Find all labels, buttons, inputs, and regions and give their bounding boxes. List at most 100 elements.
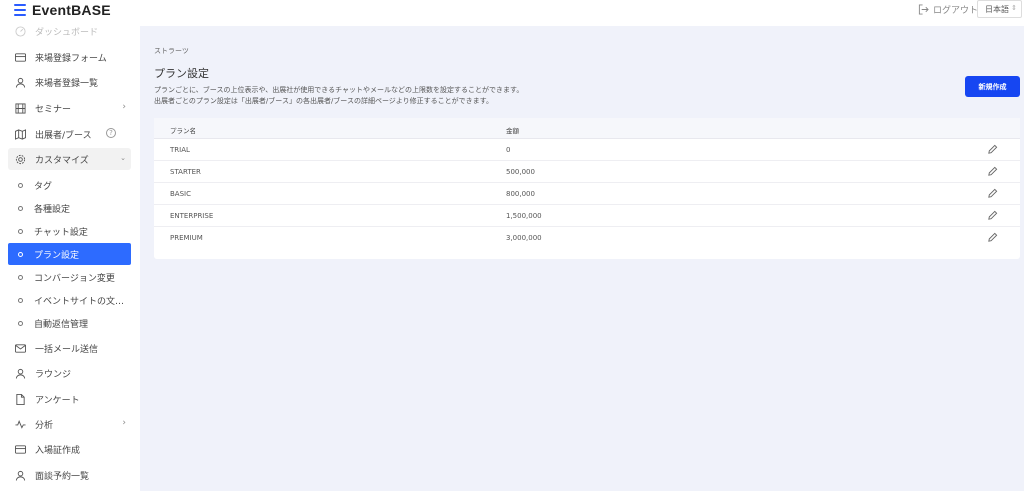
chevron-right-icon: › (122, 418, 126, 428)
price-cell: 3,000,000 (506, 234, 542, 242)
sidebar-subitem-label: 自動返信管理 (34, 319, 89, 330)
sidebar-item-seminar[interactable]: セミナー › (8, 97, 131, 119)
help-icon[interactable]: ? (106, 128, 116, 138)
sidebar-item-dashboard[interactable]: ダッシュボード (8, 26, 131, 42)
sidebar-item-meeting-list[interactable]: 面談予約一覧 (8, 464, 131, 486)
column-header-price: 金額 (506, 127, 519, 135)
circle-icon (18, 320, 23, 326)
sidebar-subitem-conversion[interactable]: コンバージョン変更 (8, 266, 131, 288)
chevron-right-icon: › (122, 102, 126, 112)
edit-pencil-icon[interactable] (987, 144, 998, 155)
sidebar-subitem-label: チャット設定 (34, 227, 88, 238)
language-select[interactable]: 日本語 ⇕ (977, 0, 1022, 18)
sidebar-item-exhibitor-booth[interactable]: 出展者/ブース ? (8, 123, 131, 145)
plan-table: プラン名 金額 TRIAL 0 STARTER 500,000 BASIC 80… (154, 118, 1020, 259)
sidebar-item-registration-form[interactable]: 来場登録フォーム (8, 46, 131, 68)
sidebar-item-label: 入場証作成 (35, 445, 81, 456)
circle-icon (18, 297, 23, 303)
app-title: EventBASE (32, 2, 111, 18)
plan-name-cell: PREMIUM (170, 234, 203, 242)
plan-name-cell: BASIC (170, 190, 191, 198)
sidebar-subitem-settings[interactable]: 各種設定 (8, 197, 131, 219)
document-icon (14, 393, 26, 405)
sidebar-item-label: カスタマイズ (35, 155, 89, 166)
sidebar-subitem-label: プラン設定 (34, 250, 80, 261)
chevron-down-icon: ⌄ (120, 154, 126, 162)
sidebar-subitem-label: イベントサイトの文… (34, 296, 125, 307)
circle-icon (18, 182, 23, 188)
price-cell: 800,000 (506, 190, 535, 198)
edit-pencil-icon[interactable] (987, 210, 998, 221)
sidebar-item-label: 来場者登録一覧 (35, 78, 99, 89)
select-caret-icon: ⇕ (1011, 4, 1017, 12)
user-icon (14, 76, 26, 88)
logout-icon (918, 4, 929, 15)
language-value: 日本語 (985, 4, 1009, 14)
plan-name-cell: STARTER (170, 168, 201, 176)
sidebar-item-label: セミナー (35, 104, 72, 115)
card-icon (14, 443, 26, 455)
sidebar-subitem-auto-reply[interactable]: 自動返信管理 (8, 312, 131, 334)
column-header-plan-name: プラン名 (170, 127, 196, 135)
film-icon (14, 102, 26, 114)
sidebar-item-survey[interactable]: アンケート (8, 388, 131, 410)
table-header: プラン名 金額 (154, 118, 1020, 139)
circle-icon (18, 251, 23, 257)
table-row: ENTERPRISE 1,500,000 (154, 205, 1020, 227)
page-title: プラン設定 (154, 67, 209, 80)
price-cell: 0 (506, 146, 511, 154)
logout-button[interactable]: ログアウト (918, 3, 978, 16)
sidebar-item-analytics[interactable]: 分析 › (8, 413, 131, 435)
sidebar-item-badge[interactable]: 入場証作成 (8, 438, 131, 460)
sidebar-subitem-label: タグ (34, 181, 53, 192)
create-new-button[interactable]: 新規作成 (965, 76, 1020, 97)
circle-icon (18, 228, 23, 234)
dashboard-icon (14, 26, 26, 37)
sidebar-item-label: アンケート (35, 395, 80, 406)
top-bar: EventBASE ログアウト 日本語 ⇕ (0, 0, 1024, 26)
table-row: BASIC 800,000 (154, 183, 1020, 205)
breadcrumb[interactable]: ストラーツ (154, 46, 189, 56)
page-description: プランごとに、ブースの上位表示や、出展社が使用できるチャットやメールなどの上限数… (154, 85, 523, 107)
mail-icon (14, 342, 26, 354)
user-icon (14, 367, 26, 379)
table-row: PREMIUM 3,000,000 (154, 227, 1020, 249)
sidebar-subitem-label: 各種設定 (34, 204, 71, 215)
table-row: TRIAL 0 (154, 139, 1020, 161)
edit-pencil-icon[interactable] (987, 232, 998, 243)
sidebar-item-label: 面談予約一覧 (35, 471, 90, 482)
sidebar-item-label: ダッシュボード (35, 27, 99, 38)
circle-icon (18, 205, 23, 211)
sidebar-item-label: 来場登録フォーム (35, 53, 107, 64)
activity-icon (14, 418, 26, 430)
sidebar-subitem-tag[interactable]: タグ (8, 174, 131, 196)
description-line: 出展者ごとのプラン設定は「出展者/ブース」の各出展者/ブースの詳細ページより修正… (154, 97, 493, 105)
sidebar-item-label: 出展者/ブース (35, 130, 92, 141)
table-row: STARTER 500,000 (154, 161, 1020, 183)
sidebar-item-label: 一括メール送信 (35, 344, 99, 355)
main-content: ストラーツ プラン設定 プランごとに、ブースの上位表示や、出展社が使用できるチャ… (140, 26, 1024, 491)
edit-pencil-icon[interactable] (987, 166, 998, 177)
user-icon (14, 469, 26, 481)
plan-name-cell: ENTERPRISE (170, 212, 214, 220)
circle-icon (18, 274, 23, 280)
sidebar-subitem-event-site-text[interactable]: イベントサイトの文… (8, 289, 131, 311)
sidebar-subitem-chat-settings[interactable]: チャット設定 (8, 220, 131, 242)
sidebar-item-visitor-list[interactable]: 来場者登録一覧 (8, 71, 131, 93)
sidebar-item-bulk-mail[interactable]: 一括メール送信 (8, 337, 131, 359)
logout-label: ログアウト (933, 6, 979, 16)
sidebar-subitem-plan-settings[interactable]: プラン設定 (8, 243, 131, 265)
plan-name-cell: TRIAL (170, 146, 190, 154)
sidebar: ダッシュボード 来場登録フォーム 来場者登録一覧 セミナー › 出展者/ブース … (0, 26, 140, 491)
sidebar-item-lounge[interactable]: ラウンジ (8, 362, 131, 384)
edit-pencil-icon[interactable] (987, 188, 998, 199)
sidebar-item-customize[interactable]: カスタマイズ ⌄ (8, 148, 131, 170)
price-cell: 1,500,000 (506, 212, 542, 220)
sidebar-item-label: ラウンジ (35, 369, 72, 380)
app-logo[interactable]: EventBASE (14, 2, 111, 18)
form-icon (14, 51, 26, 63)
gear-icon (14, 153, 26, 165)
description-line: プランごとに、ブースの上位表示や、出展社が使用できるチャットやメールなどの上限数… (154, 86, 524, 94)
sidebar-subitem-label: コンバージョン変更 (34, 273, 115, 284)
logo-icon (14, 4, 26, 16)
